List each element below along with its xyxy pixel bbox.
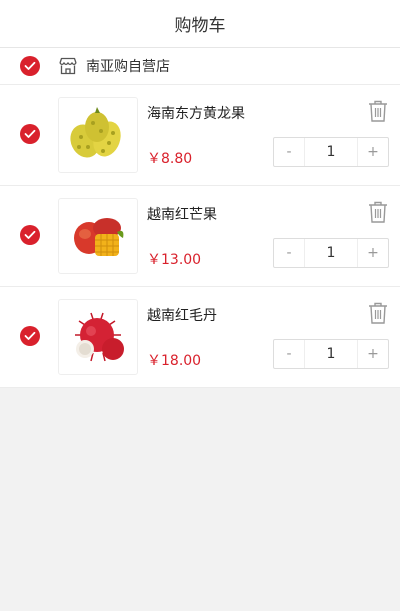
shop-select-checkbox[interactable]	[20, 56, 40, 76]
quantity-stepper: - 1 +	[273, 238, 389, 268]
checkmark-icon	[24, 61, 36, 70]
decrease-button[interactable]: -	[274, 138, 304, 166]
quantity-value[interactable]: 1	[304, 239, 358, 267]
product-thumbnail[interactable]	[58, 198, 138, 274]
decrease-button[interactable]: -	[274, 239, 304, 267]
product-name[interactable]: 越南红毛丹	[147, 305, 217, 325]
checkmark-icon	[24, 331, 36, 340]
store-icon	[58, 56, 78, 76]
trash-icon[interactable]	[368, 302, 388, 324]
increase-button[interactable]: +	[358, 340, 388, 368]
increase-button[interactable]: +	[358, 138, 388, 166]
product-name[interactable]: 越南红芒果	[147, 204, 217, 224]
trash-icon[interactable]	[368, 100, 388, 122]
trash-icon[interactable]	[368, 201, 388, 223]
quantity-value[interactable]: 1	[304, 138, 358, 166]
decrease-button[interactable]: -	[274, 340, 304, 368]
checkmark-icon	[24, 230, 36, 239]
mango-image	[74, 218, 124, 256]
page-title: 购物车	[174, 16, 226, 36]
item-select-checkbox[interactable]	[20, 124, 40, 144]
shop-row: 南亚购自营店	[0, 48, 400, 85]
shop-name: 南亚购自营店	[86, 59, 170, 75]
checkmark-icon	[24, 129, 36, 138]
product-thumbnail[interactable]	[58, 97, 138, 173]
cart-item: 越南红毛丹 ￥18.00 - 1 +	[0, 287, 400, 388]
rambutan-image	[75, 312, 124, 362]
top-bar: 购物车	[0, 0, 400, 48]
quantity-stepper: - 1 +	[273, 339, 389, 369]
item-select-checkbox[interactable]	[20, 326, 40, 346]
item-select-checkbox[interactable]	[20, 225, 40, 245]
dragon-fruit-image	[70, 107, 121, 158]
quantity-value[interactable]: 1	[304, 340, 358, 368]
cart-item: 越南红芒果 ￥13.00 - 1 +	[0, 186, 400, 287]
product-price: ￥13.00	[147, 252, 202, 268]
cart-item: 海南东方黄龙果 ￥8.80 - 1 +	[0, 85, 400, 186]
product-price: ￥8.80	[147, 151, 193, 167]
increase-button[interactable]: +	[358, 239, 388, 267]
quantity-stepper: - 1 +	[273, 137, 389, 167]
product-thumbnail[interactable]	[58, 299, 138, 375]
product-price: ￥18.00	[147, 353, 202, 369]
product-name[interactable]: 海南东方黄龙果	[147, 103, 245, 123]
